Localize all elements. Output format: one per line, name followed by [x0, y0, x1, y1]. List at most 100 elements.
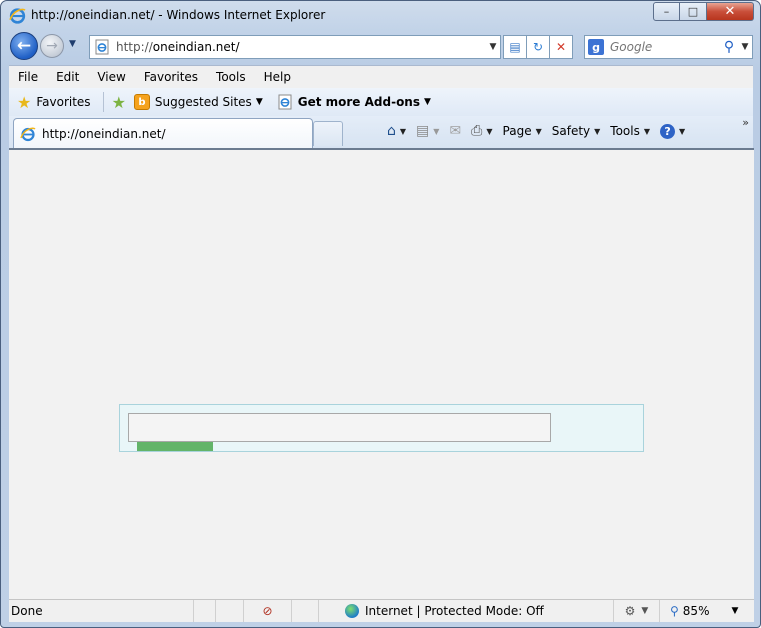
page-icon [95, 39, 109, 55]
chevron-down-icon: ▼ [433, 126, 440, 136]
zoom-level: 85% [682, 604, 710, 618]
back-arrow-icon: ← [16, 36, 32, 56]
stop-icon: ✕ [555, 40, 567, 54]
chevron-down-icon: ▼ [594, 126, 601, 136]
favorites-bar: ★ Favorites ★ b Suggested Sites ▼ Get mo… [9, 88, 753, 116]
tools-menu-label: Tools [610, 124, 640, 138]
title-bar[interactable]: http://oneindian.net/ - Windows Internet… [1, 1, 760, 29]
search-options-dropdown[interactable]: ▼ [738, 42, 752, 52]
home-icon: ⌂ [387, 123, 396, 139]
status-bar: Done ⊘ Internet | Protected Mode: Off ⚙ … [9, 599, 754, 622]
menu-help[interactable]: Help [255, 70, 300, 84]
mail-icon: ✉ [449, 123, 462, 139]
add-favorite-icon: ★ [111, 92, 126, 112]
address-text[interactable]: http://oneindian.net/ [116, 40, 486, 54]
menu-favorites[interactable]: Favorites [135, 70, 207, 84]
forward-button[interactable]: → [40, 34, 64, 58]
manage-addons-button[interactable]: ⚙ ▼ [614, 600, 660, 622]
refresh-icon: ↻ [532, 40, 544, 54]
rss-feed-icon: ▤ [416, 123, 430, 139]
home-button[interactable]: ⌂ ▼ [387, 123, 406, 139]
get-addons-label: Get more Add-ons [297, 95, 420, 109]
tab-label: http://oneindian.net/ [42, 126, 166, 141]
chevron-down-icon: ▼ [399, 126, 407, 136]
print-button[interactable]: ⎙ ▼ [471, 123, 492, 139]
ie-logo-icon [9, 8, 26, 24]
page-menu-label: Page [502, 124, 532, 138]
help-icon: ? [660, 123, 676, 139]
help-button[interactable]: ? ▼ [660, 123, 686, 139]
safety-menu-label: Safety [551, 124, 591, 138]
page-menu-button[interactable]: Page ▼ [503, 124, 542, 138]
new-tab-button[interactable] [313, 121, 343, 146]
status-pane-empty [216, 600, 244, 622]
chevron-down-icon: ▼ [486, 126, 493, 136]
menu-file[interactable]: File [9, 70, 47, 84]
maximize-button[interactable]: □ [680, 2, 707, 21]
address-actions: ▤ ↻ ✕ [503, 35, 573, 59]
minimize-button[interactable]: – [653, 2, 680, 21]
chevron-down-icon: ▼ [424, 97, 431, 107]
stop-button[interactable]: ✕ [549, 35, 573, 59]
chevron-down-icon: ▼ [679, 126, 686, 136]
favorites-label: Favorites [36, 95, 91, 109]
zoom-control[interactable]: ⚲ 85% ▼ [660, 604, 738, 618]
chevron-down-icon: ▼ [731, 606, 739, 616]
suggested-sites-label: Suggested Sites [154, 95, 252, 109]
printer-icon: ⎙ [471, 123, 483, 139]
chevron-down-icon: ▼ [641, 606, 649, 616]
compatibility-view-button[interactable]: ▤ [503, 35, 527, 59]
address-scheme: http:// [116, 40, 153, 54]
safety-menu-button[interactable]: Safety ▼ [552, 124, 601, 138]
window-title: http://oneindian.net/ - Windows Internet… [31, 8, 326, 22]
search-icon[interactable]: ⚲ [720, 39, 738, 55]
add-to-favorites-bar-button[interactable]: ★ [112, 93, 126, 112]
status-text: Done [9, 600, 194, 622]
tab-bar: http://oneindian.net/ ⌂ ▼ ▤ ▼ ✉ ⎙ ▼ Page… [9, 116, 753, 148]
security-zone[interactable]: Internet | Protected Mode: Off [319, 600, 614, 622]
caption-buttons: – □ ✕ [653, 2, 754, 22]
menu-bar: File Edit View Favorites Tools Help [9, 65, 753, 88]
close-button[interactable]: ✕ [707, 2, 754, 21]
search-box[interactable]: g ⚲ ▼ [584, 35, 753, 59]
chevron-down-icon: ▼ [255, 97, 263, 107]
menu-edit[interactable]: Edit [47, 70, 88, 84]
favorites-star-icon: ★ [17, 92, 32, 112]
feeds-button[interactable]: ▤ ▼ [416, 123, 439, 139]
ie-logo-icon [20, 127, 36, 141]
google-logo-icon: g [588, 39, 604, 55]
internet-globe-icon [345, 604, 359, 618]
toolbar-divider [102, 92, 104, 112]
more-commands-chevron-icon[interactable]: » [742, 116, 749, 129]
menu-view[interactable]: View [88, 70, 134, 84]
address-dropdown[interactable]: ▼ [486, 42, 500, 52]
address-bar[interactable]: http://oneindian.net/ ▼ [89, 35, 501, 59]
status-pane-empty [194, 600, 216, 622]
favorites-button[interactable]: ★ Favorites [17, 93, 91, 112]
tab-active[interactable]: http://oneindian.net/ [13, 118, 313, 148]
zoom-magnifier-icon: ⚲ [670, 604, 679, 618]
read-mail-button[interactable]: ✉ [449, 123, 461, 139]
search-input[interactable] [610, 40, 720, 54]
ie-page-icon [278, 94, 292, 110]
recent-pages-dropdown[interactable]: ▼ [69, 39, 76, 49]
suggested-sites-button[interactable]: b Suggested Sites ▼ [133, 94, 263, 110]
loading-progress-bar [137, 442, 213, 451]
browser-window: http://oneindian.net/ - Windows Internet… [0, 0, 761, 628]
page-content [9, 148, 754, 599]
tools-menu-button[interactable]: Tools ▼ [610, 124, 650, 138]
refresh-button[interactable]: ↻ [526, 35, 550, 59]
addons-gear-icon: ⚙ [624, 604, 636, 618]
navigation-bar: ← → ▼ http://oneindian.net/ ▼ ▤ ↻ ✕ g Go… [1, 29, 760, 65]
chevron-down-icon: ▼ [535, 126, 542, 136]
forward-arrow-icon: → [46, 38, 58, 54]
loading-frame [128, 413, 551, 442]
command-bar: ⌂ ▼ ▤ ▼ ✉ ⎙ ▼ Page ▼ Safety ▼ Tools ▼ ? … [387, 119, 695, 143]
back-button[interactable]: ← [10, 32, 38, 60]
privacy-report-icon[interactable]: ⊘ [244, 600, 292, 622]
loading-panel [119, 404, 644, 452]
menu-tools[interactable]: Tools [207, 70, 255, 84]
get-more-addons-button[interactable]: Get more Add-ons ▼ [277, 94, 431, 110]
chevron-down-icon: ▼ [643, 126, 651, 136]
address-domain: oneindian.net/ [152, 40, 240, 54]
